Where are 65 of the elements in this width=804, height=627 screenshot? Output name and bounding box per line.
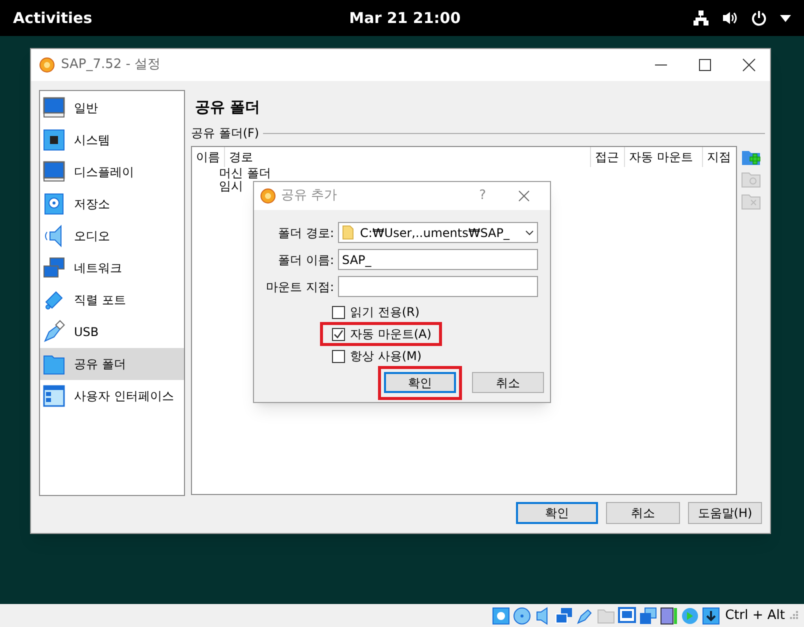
add-folder-icon[interactable] — [741, 148, 761, 166]
checkbox-label[interactable]: 읽기 전용(R) — [350, 303, 420, 321]
checkbox[interactable] — [332, 328, 345, 340]
column-header[interactable]: 자동 마운트 — [625, 147, 703, 167]
sidebar-item[interactable]: USB — [40, 316, 184, 348]
remove-folder-icon — [741, 192, 761, 210]
edit-folder-icon — [741, 170, 761, 188]
help-button[interactable]: ? — [475, 186, 490, 206]
group-label: 공유 폴더(F) — [191, 125, 260, 142]
dialog-button[interactable]: 취소 — [606, 502, 680, 524]
monitor-icon — [42, 160, 66, 184]
close-icon[interactable] — [518, 190, 530, 202]
chevron-down-icon — [525, 230, 534, 236]
sidebar-item[interactable]: 디스플레이 — [40, 156, 184, 188]
page-heading: 공유 폴더 — [195, 97, 262, 118]
field-label: 폴더 이름: — [277, 252, 334, 268]
windows-icon[interactable] — [639, 606, 658, 624]
folder-path-dropdown[interactable]: C:₩User,..uments₩SAP_ — [338, 222, 538, 243]
tree-item[interactable]: 임시 — [219, 179, 243, 193]
sidebar-item[interactable]: 공유 폴더 — [40, 348, 184, 380]
sidebar-item[interactable]: 일반 — [40, 92, 184, 124]
checkbox-label[interactable]: 항상 사용(M) — [350, 347, 422, 365]
column-header[interactable]: 접근 — [591, 147, 625, 167]
monitor-icon[interactable] — [618, 606, 636, 624]
window-layout-icon — [42, 384, 66, 408]
resize-grip-icon — [788, 610, 798, 620]
folder-icon — [342, 225, 354, 240]
dropdown-icon[interactable] — [780, 14, 791, 22]
field-label: 마운트 지점: — [265, 278, 334, 296]
close-icon[interactable] — [742, 58, 756, 72]
input-field[interactable]: SAP_ — [338, 249, 538, 270]
field-label: 폴더 경로: — [277, 224, 334, 242]
maximize-icon[interactable] — [698, 58, 712, 72]
sidebar-item[interactable]: 저장소 — [40, 188, 184, 220]
download-icon[interactable] — [702, 606, 720, 624]
window-title: SAP_7.52 - 설정 — [61, 56, 161, 74]
network-icon[interactable] — [693, 10, 709, 26]
monitor-icon — [42, 96, 66, 120]
tree-item[interactable]: 머신 폴더 — [219, 166, 271, 180]
checkbox[interactable] — [332, 350, 345, 362]
column-header[interactable]: 이름 — [192, 147, 225, 167]
dialog-button[interactable]: 도움말(H) — [688, 502, 762, 524]
checkbox[interactable] — [332, 306, 345, 318]
clock[interactable]: Mar 21 21:00 — [349, 6, 461, 30]
dialog-button[interactable]: 확인 — [384, 372, 456, 393]
checkbox-label[interactable]: 자동 마운트(A) — [350, 325, 432, 343]
disc-icon[interactable] — [513, 606, 532, 624]
sidebar-item[interactable]: 시스템 — [40, 124, 184, 156]
power-icon[interactable] — [751, 10, 767, 26]
column-header[interactable]: 지점 — [703, 147, 736, 167]
column-header[interactable]: 경로 — [225, 147, 591, 167]
dialog-button[interactable]: 취소 — [472, 372, 544, 393]
network-icon — [42, 256, 66, 280]
sidebar-item[interactable]: 직렬 포트 — [40, 284, 184, 316]
input-field[interactable] — [338, 276, 538, 297]
usb-plug-icon — [42, 320, 66, 344]
volume-icon[interactable] — [722, 10, 738, 26]
sidebar-item[interactable]: 네트워크 — [40, 252, 184, 284]
dialog-title: 공유 추가 — [281, 187, 338, 206]
sidebar-item[interactable]: 사용자 인터페이스 — [40, 380, 184, 412]
sidebar-item[interactable]: 오디오 — [40, 220, 184, 252]
activities-button[interactable]: Activities — [13, 6, 92, 30]
usb-plug-icon[interactable] — [576, 606, 594, 624]
dialog-button[interactable]: 확인 — [516, 502, 598, 524]
host-key-label: Ctrl + Alt — [725, 606, 785, 625]
